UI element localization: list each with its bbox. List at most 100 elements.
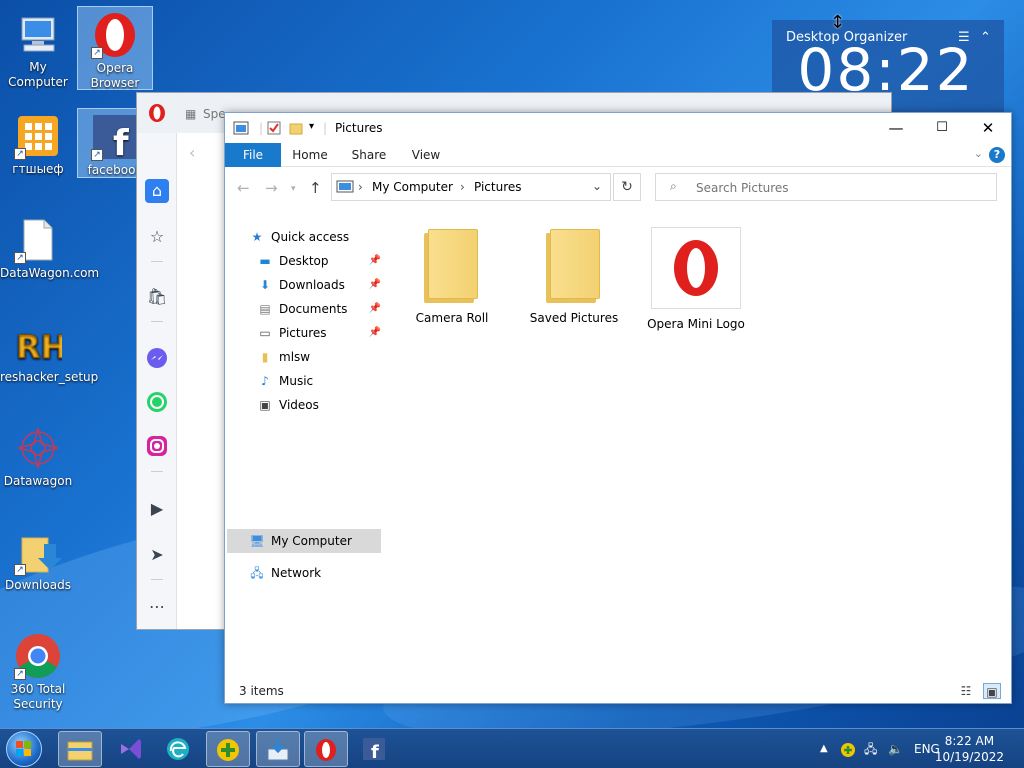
opera-logo-icon[interactable] xyxy=(147,103,167,126)
breadcrumb-chevron-icon: › xyxy=(460,180,465,194)
opera-sidebar: ⌂ ☆ 🛍 ▶ ➤ ⋯ xyxy=(137,133,177,629)
nav-network[interactable]: 🖧 Network xyxy=(249,561,321,585)
recent-locations-chevron-icon[interactable]: ▾ xyxy=(291,184,296,194)
file-item-image[interactable]: Opera Mini Logo xyxy=(641,227,751,331)
nav-documents[interactable]: ▤ Documents 📌 xyxy=(257,297,381,321)
back-arrow-icon[interactable]: ‹ xyxy=(189,143,195,162)
pictures-icon: ▭ xyxy=(259,326,271,340)
pin-icon: 📌 xyxy=(368,327,381,338)
show-hidden-icons-chevron-icon[interactable]: ▲ xyxy=(820,729,828,768)
customize-toolbar-chevron-icon[interactable]: ▾ xyxy=(309,121,314,132)
up-arrow-icon[interactable]: ↑ xyxy=(309,179,322,197)
network-icon[interactable]: 🖧 xyxy=(864,729,877,768)
opera-icon: ↗ xyxy=(91,11,139,59)
desktop-icon-my-computer[interactable]: My Computer xyxy=(0,6,76,90)
opera-taskbar-icon[interactable] xyxy=(304,731,348,767)
nav-desktop[interactable]: ▬ Desktop 📌 xyxy=(257,249,381,273)
minimize-button[interactable]: — xyxy=(873,113,919,143)
star-icon[interactable]: ☆ xyxy=(145,225,169,249)
send-icon[interactable]: ➤ xyxy=(145,543,169,567)
file-name: Camera Roll xyxy=(415,311,489,325)
instagram-icon[interactable] xyxy=(145,435,169,459)
desktop-icon-label: Datawagon xyxy=(3,474,73,488)
details-view-icon[interactable]: ☷ xyxy=(957,683,975,699)
player-icon[interactable]: ▶ xyxy=(145,497,169,521)
desktop-icon-downloads[interactable]: ↗ Downloads xyxy=(0,524,76,593)
tab-share[interactable]: Share xyxy=(345,143,393,167)
volume-icon[interactable]: 🔈 xyxy=(888,729,903,768)
svg-text:f: f xyxy=(371,742,379,762)
nav-my-computer[interactable]: 🖥 My Computer xyxy=(249,529,352,553)
new-folder-icon[interactable] xyxy=(289,121,303,138)
explorer-titlebar[interactable]: | ▾ | Pictures — ☐ ✕ xyxy=(225,113,1011,143)
shopping-bag-icon[interactable]: 🛍 xyxy=(145,285,169,309)
nav-quick-access[interactable]: ★ Quick access xyxy=(249,225,350,249)
nav-videos[interactable]: ▣ Videos xyxy=(257,393,319,417)
tab-home[interactable]: Home xyxy=(289,143,331,167)
opera-tab-label[interactable]: Spe xyxy=(203,107,226,121)
file-explorer-window[interactable]: | ▾ | Pictures — ☐ ✕ File Home Share Vie… xyxy=(224,112,1012,704)
window-icon xyxy=(233,121,249,138)
facebook-taskbar-icon[interactable]: f xyxy=(352,731,396,767)
organizer-clock: 08:22 xyxy=(797,36,975,104)
expand-ribbon-chevron-icon[interactable]: ⌄ xyxy=(974,147,983,160)
reshacker-icon: RH xyxy=(14,320,68,368)
visual-studio-icon[interactable] xyxy=(108,731,152,767)
file-name: Opera Mini Logo xyxy=(647,317,745,331)
large-icons-view-icon[interactable]: ▣ xyxy=(983,683,1001,699)
search-box[interactable]: ⌕ xyxy=(655,173,997,201)
download-arrow-icon: ⬇ xyxy=(259,278,271,292)
nav-mlsw[interactable]: ▮ mlsw xyxy=(257,345,310,369)
breadcrumb-pictures[interactable]: Pictures xyxy=(474,180,522,194)
file-item-folder[interactable]: Camera Roll xyxy=(397,227,507,325)
nav-pictures[interactable]: ▭ Pictures 📌 xyxy=(257,321,381,345)
svg-text:RH: RH xyxy=(16,328,62,366)
desktop-icon-360-total-security[interactable]: ↗ 360 Total Security xyxy=(0,628,76,712)
folder-icon: ▮ xyxy=(261,350,269,364)
opera-logo-thumbnail xyxy=(651,227,741,309)
refresh-button[interactable]: ↻ xyxy=(613,173,641,201)
desktop-icon-datawagon-com[interactable]: ↗ DataWagon.com xyxy=(0,212,99,281)
desktop-icon-app[interactable]: ↗ гтшыеф xyxy=(0,108,76,177)
desktop-icon-label: Downloads xyxy=(5,578,71,592)
taskbar-clock[interactable]: 8:22 AM 10/19/2022 xyxy=(935,733,1004,765)
back-arrow-icon[interactable]: ← xyxy=(237,179,250,197)
sidebar-divider xyxy=(151,579,163,580)
help-icon[interactable]: ? xyxy=(989,147,1005,163)
360-security-taskbar-icon[interactable] xyxy=(206,731,250,767)
shortcut-arrow-icon: ↗ xyxy=(14,668,26,680)
desktop-icon-label: гтшыеф xyxy=(12,162,64,176)
desktop-icon-reshacker[interactable]: RH reshacker_setup xyxy=(0,316,98,385)
nav-music[interactable]: ♪ Music xyxy=(257,369,313,393)
folder-icon xyxy=(424,227,480,303)
separator: | xyxy=(323,121,328,135)
download-manager-icon[interactable] xyxy=(256,731,300,767)
start-button[interactable] xyxy=(6,731,42,767)
properties-icon[interactable] xyxy=(267,121,281,138)
messenger-icon[interactable] xyxy=(145,347,169,371)
desktop-icon-opera-browser[interactable]: ↗ Opera Browser xyxy=(77,6,153,90)
edge-icon[interactable] xyxy=(156,731,200,767)
whatsapp-icon[interactable] xyxy=(145,391,169,415)
nav-label: Quick access xyxy=(271,230,350,244)
file-item-folder[interactable]: Saved Pictures xyxy=(519,227,629,325)
breadcrumb-my-computer[interactable]: My Computer xyxy=(372,180,453,194)
forward-arrow-icon[interactable]: → xyxy=(265,179,278,197)
tray-360-icon[interactable] xyxy=(840,729,856,768)
file-explorer-taskbar-icon[interactable] xyxy=(58,731,102,767)
close-button[interactable]: ✕ xyxy=(965,113,1011,143)
address-bar[interactable]: › My Computer › Pictures ⌄ xyxy=(331,173,611,201)
desktop-icon-datawagon[interactable]: Datawagon xyxy=(0,420,76,489)
address-history-chevron-icon[interactable]: ⌄ xyxy=(592,179,602,193)
more-icon[interactable]: ⋯ xyxy=(145,595,169,619)
tab-file[interactable]: File xyxy=(225,143,281,167)
tab-view[interactable]: View xyxy=(407,143,445,167)
svg-text:f: f xyxy=(113,123,129,161)
home-icon[interactable]: ⌂ xyxy=(145,179,169,203)
status-bar: 3 items ☷ ▣ xyxy=(225,679,1011,703)
collapse-chevron-icon[interactable]: ⌃ xyxy=(980,30,991,45)
nav-downloads[interactable]: ⬇ Downloads 📌 xyxy=(257,273,381,297)
shortcut-arrow-icon: ↗ xyxy=(14,252,26,264)
maximize-button[interactable]: ☐ xyxy=(919,113,965,143)
search-input[interactable] xyxy=(696,181,976,195)
